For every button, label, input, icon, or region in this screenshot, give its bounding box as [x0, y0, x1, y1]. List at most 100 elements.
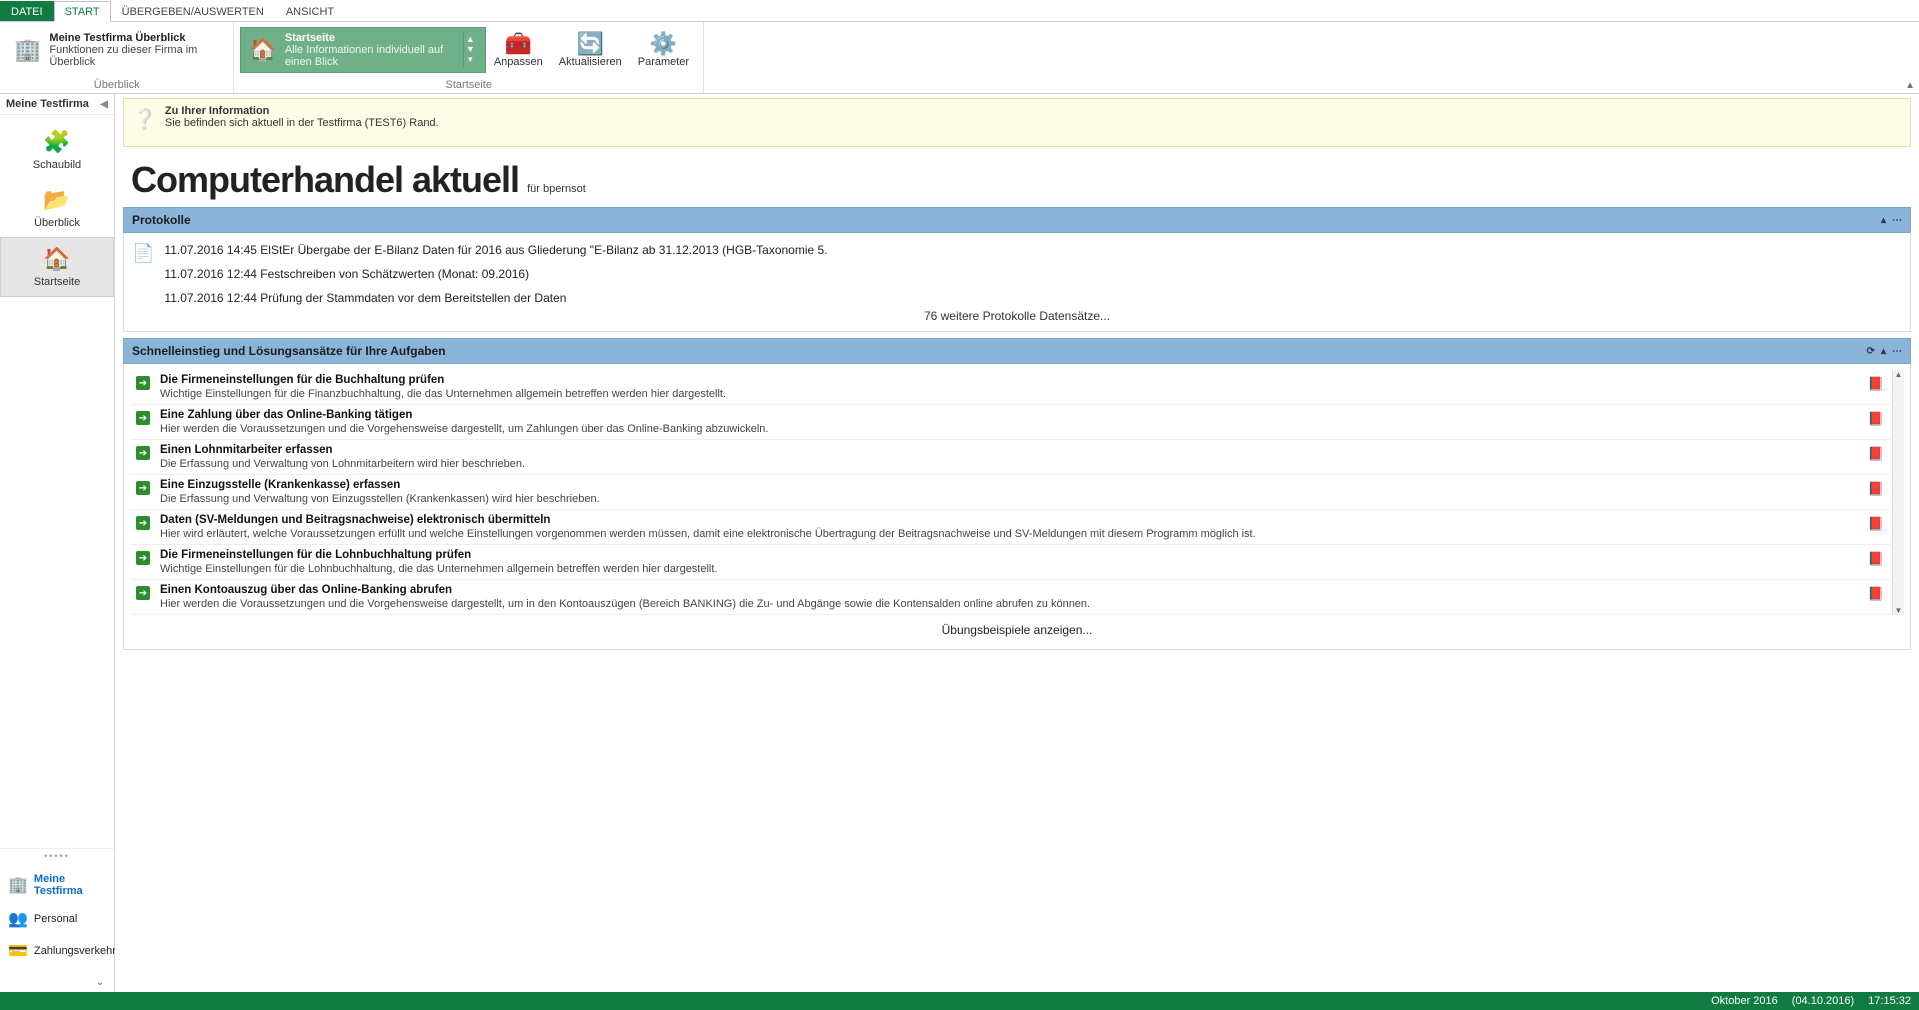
arrow-right-icon: ➔: [136, 481, 150, 495]
sidebar-item-startseite[interactable]: 🏠Startseite: [0, 237, 114, 297]
panel-schnelleinstieg: Schnelleinstieg und Lösungsansätze für I…: [123, 338, 1911, 650]
task-desc: Wichtige Einstellungen für die Finanzbuc…: [160, 388, 1858, 400]
sidebar-item-icon: 🏠: [43, 246, 70, 272]
tab-uebergeben[interactable]: ÜBERGEBEN/AUSWERTEN: [111, 1, 275, 21]
arrow-right-icon: ➔: [136, 516, 150, 530]
sidebar-item-label: Überblick: [34, 217, 80, 229]
ribbon-group-startseite: 🏠 Startseite Alle Informationen individu…: [234, 22, 704, 93]
task-row[interactable]: ➔Eine Einzugsstelle (Krankenkasse) erfas…: [130, 475, 1890, 510]
pdf-icon[interactable]: 📕: [1868, 411, 1884, 427]
log-entry[interactable]: 11.07.2016 14:45 ElStEr Übergabe der E-B…: [164, 243, 1902, 257]
task-desc: Die Erfassung und Verwaltung von Einzugs…: [160, 493, 1858, 505]
pdf-icon[interactable]: 📕: [1868, 481, 1884, 497]
tab-start[interactable]: START: [54, 1, 111, 22]
ribbon-btn-aktualisieren[interactable]: 🔄 Aktualisieren: [551, 29, 630, 71]
panel-collapse-icon[interactable]: ▴: [1881, 215, 1886, 226]
ribbon-overview-title: Meine Testfirma Überblick: [49, 32, 219, 44]
sidebar-link-personal[interactable]: 👥 Personal: [2, 903, 112, 935]
task-desc: Hier werden die Voraussetzungen und die …: [160, 598, 1858, 610]
task-desc: Hier werden die Voraussetzungen und die …: [160, 423, 1858, 435]
arrow-right-icon: ➔: [136, 446, 150, 460]
sidebar-resize-grip[interactable]: •••••: [0, 848, 114, 863]
pdf-icon[interactable]: 📕: [1868, 446, 1884, 462]
ribbon-btn-overview[interactable]: 🏢 Meine Testfirma Überblick Funktionen z…: [6, 28, 227, 72]
schnell-more-link[interactable]: Übungsbeispiele anzeigen...: [130, 615, 1904, 641]
arrow-right-icon: ➔: [136, 551, 150, 565]
sidebar-item-schaubild[interactable]: 🧩Schaubild: [0, 121, 114, 179]
log-entry[interactable]: 11.07.2016 12:44 Prüfung der Stammdaten …: [164, 291, 1902, 305]
sidebar-link-label: Personal: [34, 913, 77, 925]
info-icon: ❔: [132, 107, 157, 132]
task-scrollbar[interactable]: ▲ ▼: [1892, 370, 1904, 615]
info-title: Zu Ihrer Information: [165, 105, 439, 117]
building-icon: 🏢: [14, 37, 41, 63]
panel-protokolle: Protokolle ▴ ⋯ 📄 11.07.2016 14:45 ElStEr…: [123, 207, 1911, 332]
sidebar-link-zahlungsverkehr[interactable]: 💳Zahlungsverkehr: [2, 935, 112, 967]
content: ❔ Zu Ihrer Information Sie befinden sich…: [115, 94, 1919, 992]
protokolle-more-link[interactable]: 76 weitere Protokolle Datensätze...: [130, 309, 1904, 323]
menu-tabs: DATEI START ÜBERGEBEN/AUSWERTEN ANSICHT: [0, 0, 1919, 22]
sidebar-item-icon: 📂: [43, 187, 70, 213]
arrow-right-icon: ➔: [136, 376, 150, 390]
sidebar-link-label: Zahlungsverkehr: [34, 945, 116, 957]
statusbar: Oktober 2016 (04.10.2016) 17:15:32: [0, 992, 1919, 1010]
panel-menu-icon[interactable]: ⋯: [1892, 215, 1902, 226]
task-row[interactable]: ➔Eine Zahlung über das Online-Banking tä…: [130, 405, 1890, 440]
ribbon-group-label-overview: Überblick: [0, 77, 233, 93]
task-title: Die Firmeneinstellungen für die Lohnbuch…: [160, 549, 1858, 561]
gear-icon: ⚙️: [650, 32, 677, 56]
arrow-right-icon: ➔: [136, 411, 150, 425]
sidebar: Meine Testfirma ◀ 🧩Schaubild 📂 Überblick 🏠S…: [0, 94, 115, 992]
task-row[interactable]: ➔ Die Firmeneinstellungen für die Lohnbuc…: [130, 545, 1890, 580]
panel-refresh-icon[interactable]: ⟳: [1867, 346, 1875, 357]
sidebar-link-label: Meine Testfirma: [34, 873, 106, 897]
task-title: Daten (SV-Meldungen und Beitragsnachweis…: [160, 514, 1858, 526]
ribbon-startseite-title: Startseite: [285, 32, 455, 44]
panel-head-protokolle[interactable]: Protokolle ▴ ⋯: [123, 207, 1911, 233]
ribbon-btn-anpassen[interactable]: 🧰 Anpassen: [486, 29, 551, 71]
task-title: Einen Kontoauszug über das Online-Bankin…: [160, 584, 1858, 596]
task-row[interactable]: ➔ Daten (SV-Meldungen und Beitragsnachwei…: [130, 510, 1890, 545]
panel-menu-icon[interactable]: ⋯: [1892, 346, 1902, 357]
ribbon-group-overview: 🏢 Meine Testfirma Überblick Funktionen z…: [0, 22, 234, 93]
sidebar-collapse-icon[interactable]: ◀: [100, 99, 108, 110]
ribbon-startseite-desc: Alle Informationen individuell auf einen…: [285, 44, 455, 68]
sidebar-more-icon[interactable]: ⌄: [0, 977, 114, 992]
ribbon-collapse-icon[interactable]: ▲: [1905, 80, 1915, 91]
page-subtitle: für bpernsot: [527, 183, 586, 201]
ribbon-btn-startseite[interactable]: 🏠 Startseite Alle Informationen individu…: [240, 27, 485, 73]
customize-icon: 🧰: [505, 32, 532, 56]
task-row[interactable]: ➔ Einen Lohnmitarbeiter erfassen Die Erfas…: [130, 440, 1890, 475]
ribbon-btn-parameter[interactable]: ⚙️ Parameter: [630, 29, 697, 71]
scroll-down-icon[interactable]: ▼: [1893, 606, 1904, 615]
ribbon-startseite-dropdown[interactable]: ▲▼▾: [463, 32, 477, 67]
task-title: Einen Lohnmitarbeiter erfassen: [160, 444, 1858, 456]
task-desc: Die Erfassung und Verwaltung von Lohnmit…: [160, 458, 1858, 470]
sidebar-link-icon: 🏢: [8, 875, 28, 895]
panel-collapse-icon[interactable]: ▴: [1881, 346, 1886, 357]
page-title: Computerhandel aktuell: [131, 159, 519, 201]
task-title: Die Firmeneinstellungen für die Buchhalt…: [160, 374, 1858, 386]
log-icon: 📄: [132, 243, 154, 264]
log-entry[interactable]: 11.07.2016 12:44 Festschreiben von Schät…: [164, 267, 1902, 281]
sidebar-link-icon: 👥: [8, 909, 28, 929]
pdf-icon[interactable]: 📕: [1868, 516, 1884, 532]
sidebar-link-meine-testfirma[interactable]: 🏢 Meine Testfirma: [2, 867, 112, 903]
pdf-icon[interactable]: 📕: [1868, 551, 1884, 567]
info-banner: ❔ Zu Ihrer Information Sie befinden sich…: [123, 98, 1911, 147]
sidebar-item-icon: 🧩: [43, 129, 70, 155]
refresh-icon: 🔄: [577, 32, 604, 56]
tab-datei[interactable]: DATEI: [0, 1, 54, 21]
task-row[interactable]: ➔ Die Firmeneinstellungen für die Buchhal…: [130, 370, 1890, 405]
panel-head-schnelleinstieg[interactable]: Schnelleinstieg und Lösungsansätze für I…: [123, 338, 1911, 364]
ribbon-group-label-startseite: Startseite: [234, 77, 703, 93]
sidebar-item-überblick[interactable]: 📂 Überblick: [0, 179, 114, 237]
pdf-icon[interactable]: 📕: [1868, 586, 1884, 602]
arrow-right-icon: ➔: [136, 586, 150, 600]
task-desc: Wichtige Einstellungen für die Lohnbuchh…: [160, 563, 1858, 575]
tab-ansicht[interactable]: ANSICHT: [275, 1, 345, 21]
task-desc: Hier wird erläutert, welche Voraussetzun…: [160, 528, 1858, 540]
scroll-up-icon[interactable]: ▲: [1893, 370, 1904, 379]
pdf-icon[interactable]: 📕: [1868, 376, 1884, 392]
task-row[interactable]: ➔ Einen Kontoauszug über das Online-Banki…: [130, 580, 1890, 615]
